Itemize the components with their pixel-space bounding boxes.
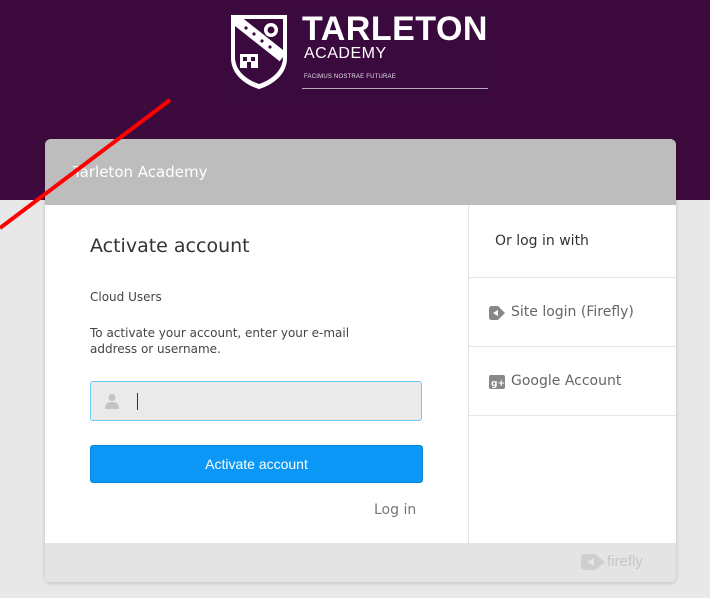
instructions-text: To activate your account, enter your e-m… <box>90 326 350 356</box>
site-login-label: Site login (Firefly) <box>511 304 634 320</box>
logo-subtitle: ACADEMY <box>304 45 387 62</box>
card-footer: firefly <box>45 543 676 582</box>
site-login-option[interactable]: Site login (Firefly) <box>469 278 676 346</box>
svg-text:g+: g+ <box>491 379 505 389</box>
login-card: Tarleton Academy Activate account Cloud … <box>45 139 676 582</box>
firefly-icon <box>489 306 505 320</box>
google-login-label: Google Account <box>511 373 622 389</box>
username-field[interactable] <box>90 381 422 421</box>
username-input[interactable] <box>129 390 413 414</box>
school-logo: TARLETON ACADEMY FACIMUS NOSTRAE FUTURAE <box>224 8 492 100</box>
activate-account-button[interactable]: Activate account <box>90 445 423 483</box>
card-header: Tarleton Academy <box>45 139 676 205</box>
alternative-login-panel: Or log in with Site login (Firefly) g+ G… <box>469 205 676 543</box>
google-plus-icon: g+ <box>489 375 505 389</box>
card-header-title: Tarleton Academy <box>73 163 208 181</box>
log-in-link[interactable]: Log in <box>374 502 416 518</box>
alt-login-heading: Or log in with <box>495 233 589 249</box>
firefly-logo-icon <box>581 554 605 570</box>
logo-name: TARLETON <box>302 10 488 48</box>
text-caret <box>137 393 138 410</box>
google-login-option[interactable]: g+ Google Account <box>469 347 676 415</box>
user-icon <box>105 394 119 409</box>
activate-form: Activate account Cloud Users To activate… <box>45 205 469 543</box>
divider <box>469 415 676 416</box>
logo-motto: FACIMUS NOSTRAE FUTURAE <box>304 74 396 80</box>
crest-icon <box>231 14 287 90</box>
firefly-brand: firefly <box>607 553 643 570</box>
logo-divider <box>302 88 488 89</box>
provider-label: Cloud Users <box>90 290 162 304</box>
form-title: Activate account <box>90 235 250 257</box>
